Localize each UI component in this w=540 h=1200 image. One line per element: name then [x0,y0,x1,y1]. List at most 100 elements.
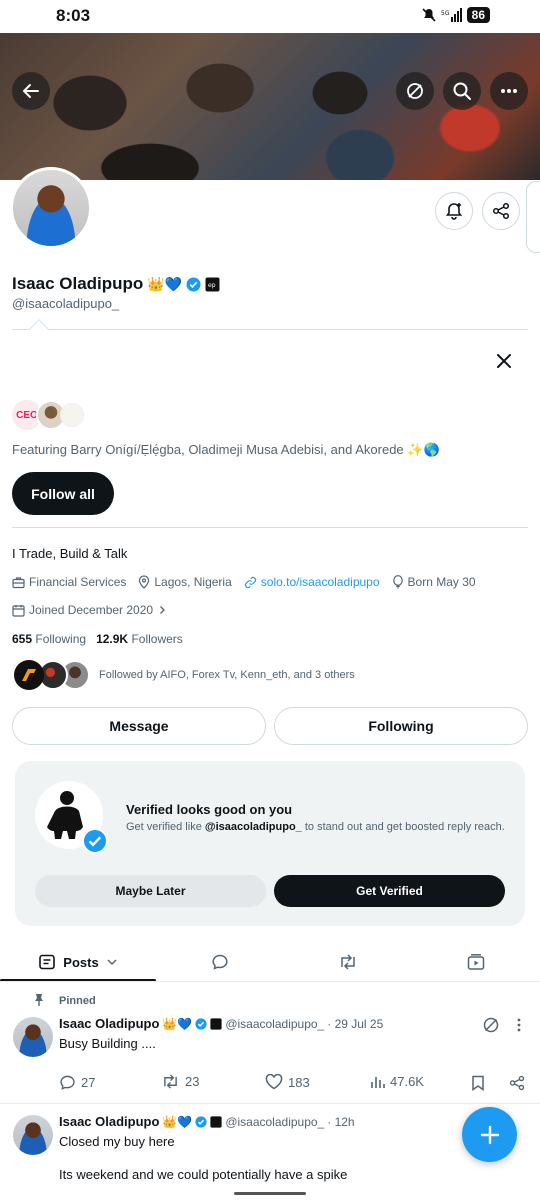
tweet-header: Isaac Oladipupo 👑💙 @isaacoladipupo_ · 29… [59,1016,383,1031]
tweet-more-button[interactable] [516,1018,522,1032]
more-button[interactable] [490,72,528,110]
suggested-avatar-3[interactable] [60,403,84,427]
search-button[interactable] [443,72,481,110]
share-icon [492,202,510,220]
affiliate-badge-icon [210,1115,222,1128]
close-suggestions-button[interactable] [495,352,513,370]
link-icon [244,576,257,589]
promo-desc-suffix: to stand out and get boosted reply reach… [301,821,505,833]
status-icons: 5G 86 [421,7,490,23]
caret-pointer [29,319,49,339]
divider [12,527,528,528]
search-icon [452,81,472,101]
verified-badge-icon [195,1115,207,1128]
media-tab-icon [467,953,485,971]
grok-explain-button[interactable] [482,1016,500,1034]
verified-badge-icon[interactable] [186,277,201,292]
joined-text: Joined December 2020 [29,603,154,617]
tweet-share-button[interactable] [509,1075,525,1091]
followers-count: 12.9K [96,632,129,646]
chevron-right-icon [157,605,167,615]
following-count-link[interactable]: 655 Following [12,632,86,646]
pin-icon [32,993,46,1007]
followed-by-avatar-1[interactable] [14,660,44,690]
repost-tab-icon [338,954,358,970]
verified-badge-icon [195,1017,207,1030]
tweet-timestamp: · 12h [327,1114,355,1129]
tab-posts[interactable]: Posts [0,944,156,980]
plus-icon [480,1125,500,1145]
more-horizontal-icon [500,88,518,94]
get-verified-button[interactable]: Get Verified [274,875,505,907]
following-button[interactable]: Following [274,707,528,745]
tweet-author-emoji: 👑💙 [162,1016,193,1031]
category-item: Financial Services [12,575,126,589]
tab-replies[interactable] [160,944,280,980]
ceo-badge-text: CEO [16,409,38,421]
promo-description: Get verified like @isaacoladipupo_ to st… [126,821,516,833]
location-item: Lagos, Nigeria [138,575,232,589]
battery-indicator: 86 [466,7,490,23]
tab-posts-label: Posts [63,954,99,970]
side-panel-edge [526,181,540,253]
website-link[interactable]: solo.to/isaacoladipupo [261,575,380,589]
briefcase-icon [12,576,25,589]
tab-reposts[interactable] [288,944,408,980]
birthday-item: Born May 30 [392,575,476,589]
pinned-label: Pinned [59,995,96,1007]
svg-text:ep: ep [208,282,216,289]
tweet-author-handle: @isaacoladipupo_ [225,1016,325,1031]
share-button[interactable] [482,192,520,230]
bell-plus-icon [444,201,464,221]
back-button[interactable] [12,72,50,110]
display-name: Isaac Oladipupo [12,274,144,293]
tweet-author-handle: @isaacoladipupo_ [225,1114,325,1129]
tabs-divider [0,981,540,982]
share-icon [509,1075,525,1091]
balloon-icon [392,575,404,589]
mute-icon [421,7,437,23]
promo-desc-prefix: Get verified like [126,821,205,833]
reply-tab-icon [211,953,229,971]
tweet-divider [0,1103,540,1104]
tweet-avatar[interactable] [13,1115,53,1155]
followed-by-text[interactable]: Followed by AIFO, Forex Tv, Kenn_eth, an… [99,669,355,681]
followers-count-link[interactable]: 12.9K Followers [96,632,183,646]
profile-meta: Financial Services Lagos, Nigeria solo.t… [12,575,476,589]
website-item[interactable]: solo.to/isaacoladipupo [244,575,380,589]
compose-post-button[interactable] [462,1107,517,1162]
joined-item[interactable]: Joined December 2020 [12,603,167,617]
views-button[interactable]: 47.6K [370,1074,424,1089]
follow-all-button[interactable]: Follow all [12,472,114,515]
repost-button[interactable]: 23 [161,1074,199,1089]
bookmark-button[interactable] [471,1075,485,1091]
notifications-button[interactable] [435,192,473,230]
affiliate-badge-icon[interactable]: ep [205,277,220,292]
grok-icon [482,1016,500,1034]
message-button[interactable]: Message [12,707,266,745]
close-icon [495,352,513,370]
tweet-text: Busy Building .... [59,1036,156,1051]
featuring-text: Featuring Barry Onígí/Ẹlẹ́gba, Oladimeji… [12,442,440,457]
tweet-author-name[interactable]: Isaac Oladipupo [59,1114,159,1129]
grok-button[interactable] [396,72,434,110]
tab-media[interactable] [416,944,536,980]
divider [12,329,528,330]
maybe-later-button[interactable]: Maybe Later [35,875,266,907]
reply-button[interactable]: 27 [59,1074,95,1091]
name-emoji: 👑💙 [147,275,183,292]
calendar-icon [12,604,25,617]
profile-avatar[interactable] [10,167,92,249]
birthday-text: Born May 30 [407,575,476,589]
views-chart-icon [370,1074,385,1089]
followers-label: Followers [131,632,183,646]
verified-check-large-icon [82,828,108,854]
chevron-down-icon [107,958,117,966]
tweet-author-name[interactable]: Isaac Oladipupo [59,1016,159,1031]
home-indicator [234,1192,306,1195]
tweet-avatar[interactable] [13,1017,53,1057]
bio-text: I Trade, Build & Talk [12,546,128,561]
like-count: 183 [288,1074,310,1090]
posts-tab-icon [39,954,56,970]
like-button[interactable]: 183 [265,1074,310,1090]
